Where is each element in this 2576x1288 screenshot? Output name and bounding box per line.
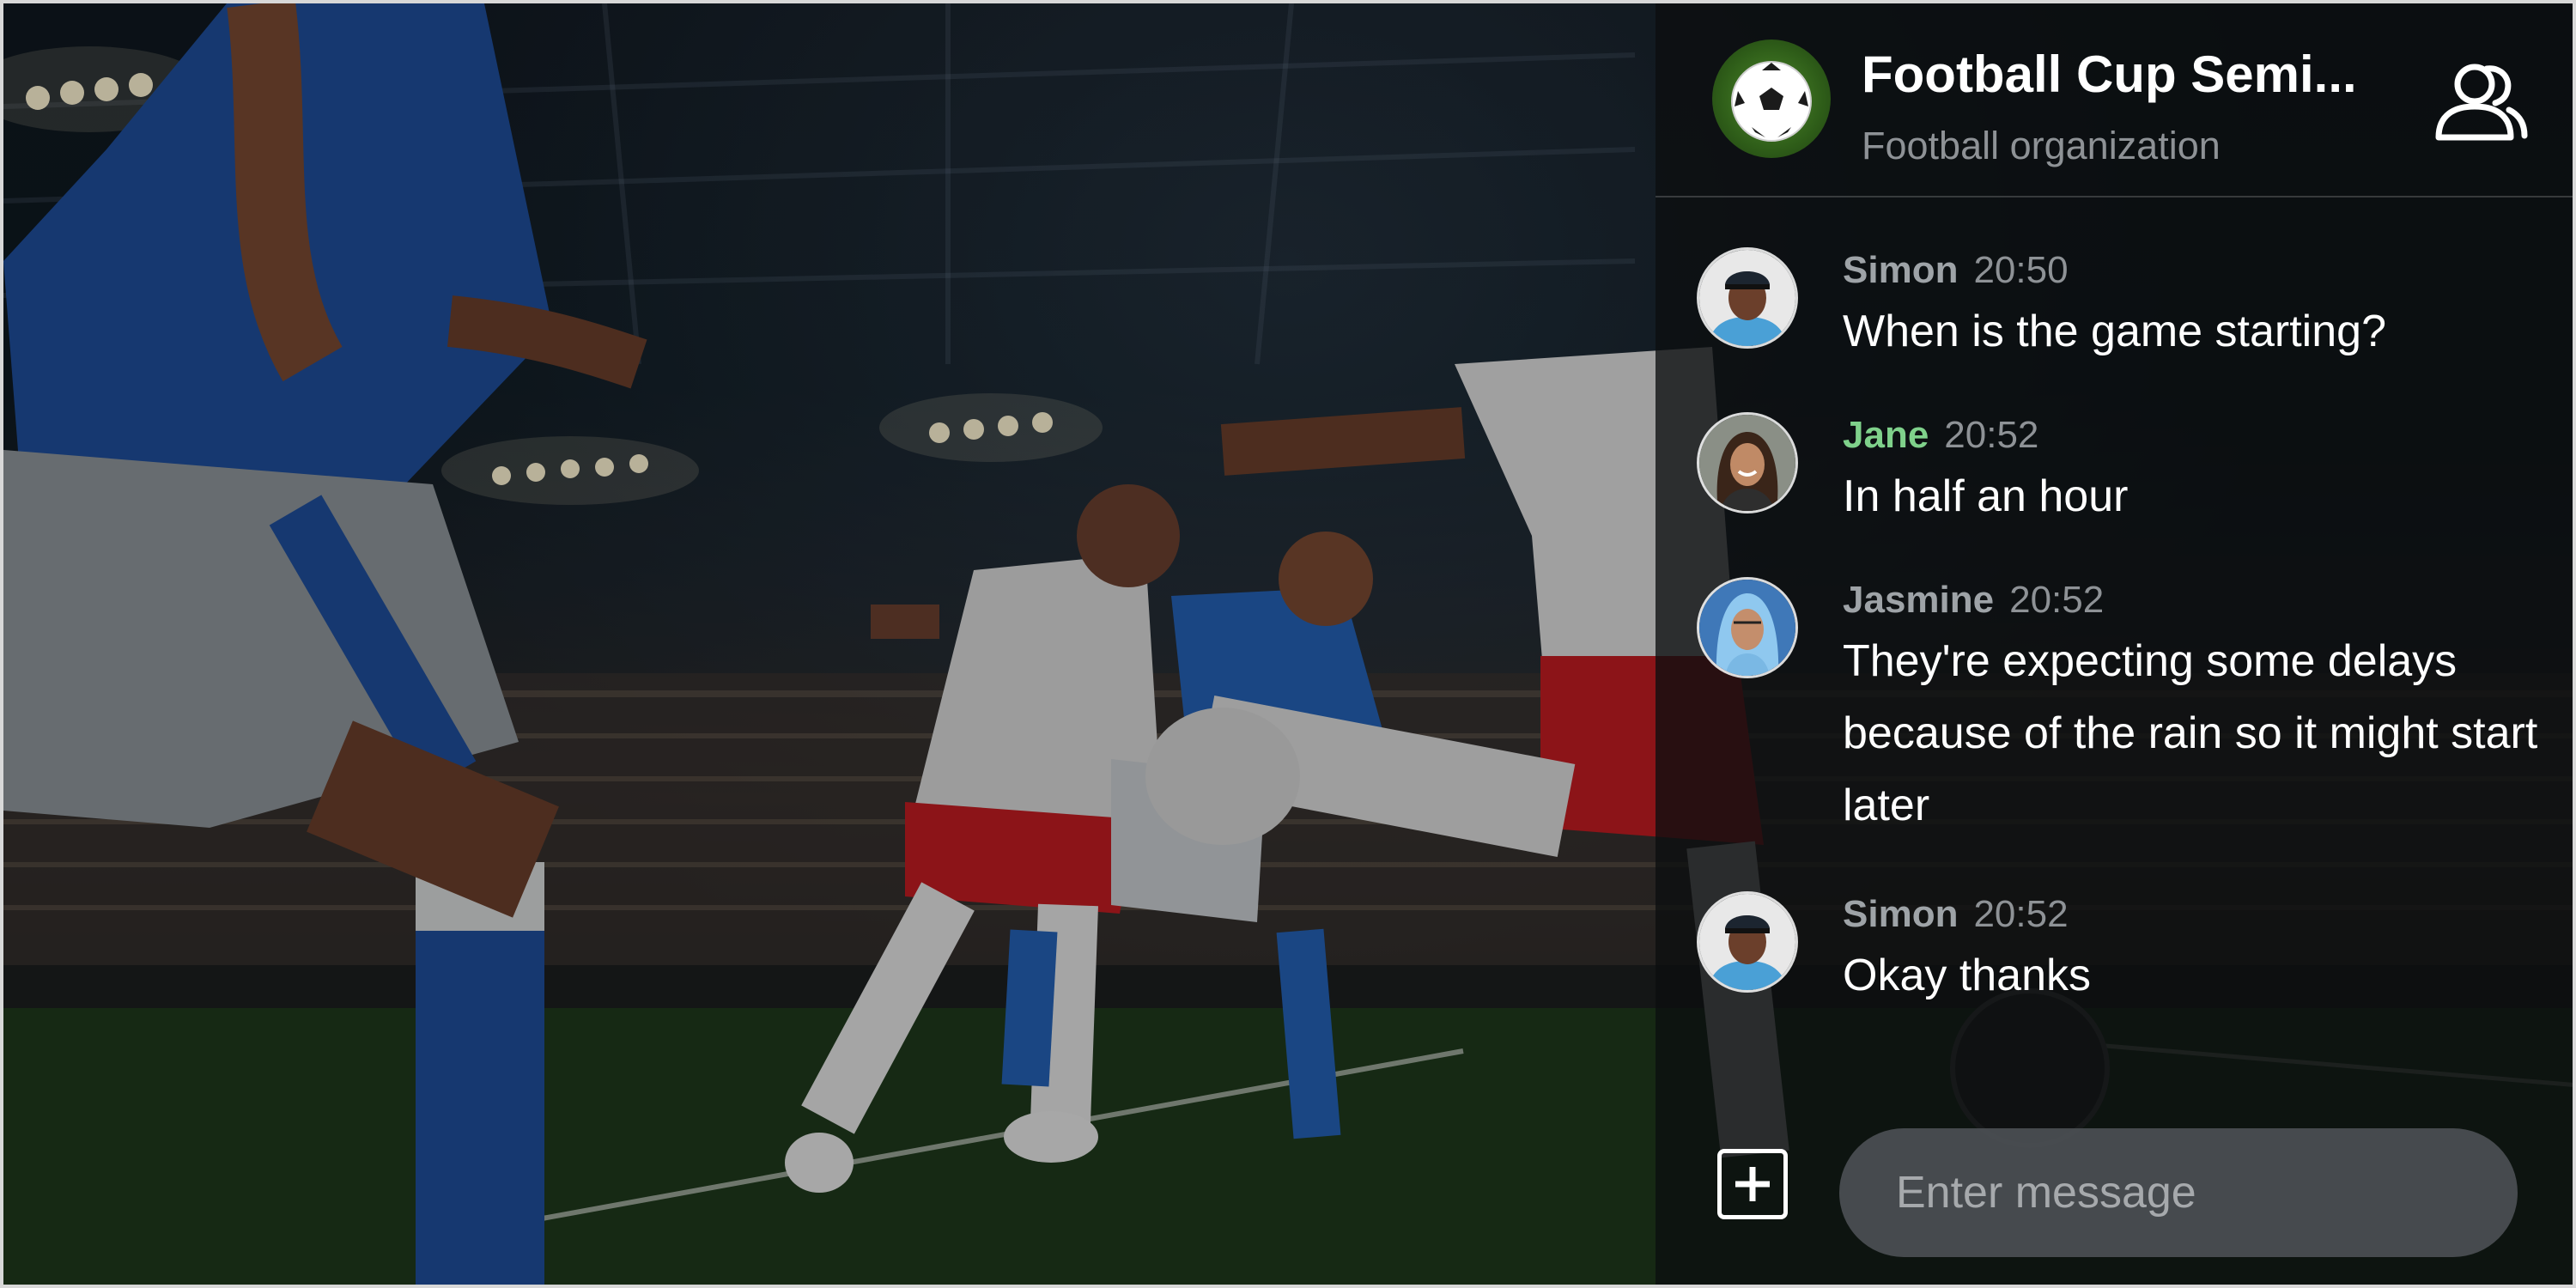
message-text: When is the game starting? — [1843, 307, 2386, 356]
soccer-ball-icon — [1712, 39, 1831, 158]
jasmine-avatar[interactable] — [1697, 577, 1798, 678]
message-time: 20:50 — [1973, 249, 2069, 291]
jane-avatar[interactable] — [1697, 412, 1798, 513]
message-text: They're expecting some delays because of… — [1843, 636, 2538, 830]
message-author[interactable]: Simon — [1843, 249, 1958, 291]
simon-avatar[interactable] — [1697, 891, 1798, 993]
users-icon — [2435, 64, 2528, 141]
message-author[interactable]: Jane — [1843, 414, 1929, 456]
simon-avatar[interactable] — [1697, 247, 1798, 349]
chat-header: Football Cup Semi... Football organizati… — [1656, 3, 2573, 197]
channel-subtitle: Football organization — [1862, 124, 2221, 167]
message-input[interactable] — [1839, 1128, 2518, 1257]
message-time: 20:52 — [2009, 579, 2105, 621]
chat-panel: Football Cup Semi... Football organizati… — [1656, 3, 2573, 1285]
app-window: Football Cup Semi... Football organizati… — [0, 0, 2576, 1288]
channel-title: Football Cup Semi... — [1862, 46, 2357, 103]
message-text: In half an hour — [1843, 471, 2129, 521]
message-meta: Jasmine 20:52 — [1843, 579, 2104, 622]
message-text: Okay thanks — [1843, 951, 2092, 1000]
message-time: 20:52 — [1944, 414, 2039, 456]
message-meta: Simon 20:50 — [1843, 249, 2069, 292]
message-author[interactable]: Simon — [1843, 893, 1958, 935]
members-button[interactable] — [2430, 58, 2530, 144]
plus-square-icon[interactable] — [1717, 1149, 1788, 1219]
message-meta: Jane 20:52 — [1843, 414, 2038, 457]
message-meta: Simon 20:52 — [1843, 893, 2069, 936]
message-composer — [1656, 1103, 2573, 1285]
message-author[interactable]: Jasmine — [1843, 579, 1994, 621]
message-time: 20:52 — [1973, 893, 2069, 935]
